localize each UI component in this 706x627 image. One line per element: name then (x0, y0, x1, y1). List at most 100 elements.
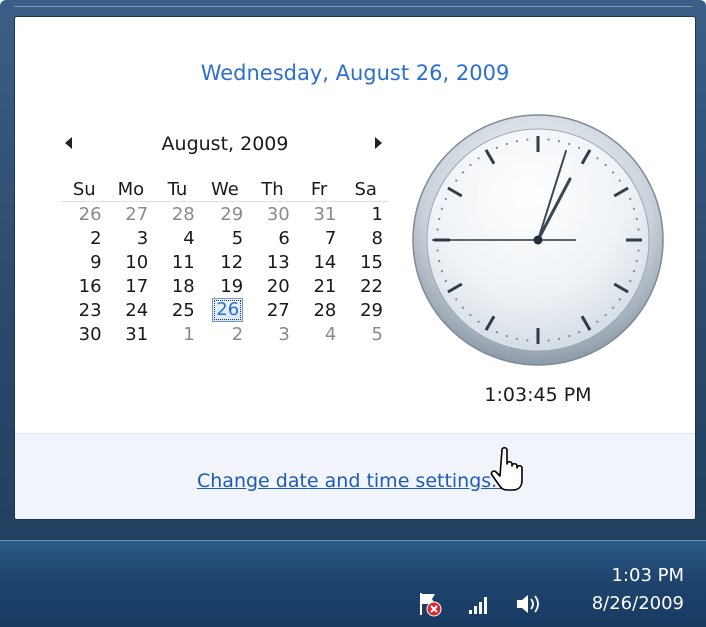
clock-minute-dot (469, 163, 472, 167)
next-month-arrow-icon[interactable] (375, 137, 382, 149)
calendar-day[interactable]: 5 (342, 322, 389, 346)
calendar-day[interactable]: 10 (108, 250, 155, 274)
calendar-day[interactable]: 31 (108, 322, 155, 346)
calendar-day[interactable]: 19 (201, 274, 249, 298)
clock-minute-dot (637, 249, 640, 252)
clock-minute-dot (596, 320, 599, 323)
clock-minute-dot (515, 337, 519, 340)
clock-minute-dot (604, 313, 607, 317)
action-center-flag-icon[interactable] (417, 591, 443, 617)
clock-minute-dot (596, 157, 599, 160)
clock-minute-dot (438, 217, 441, 221)
clock-minute-dot (611, 306, 615, 309)
calendar-day[interactable]: 24 (108, 298, 155, 322)
calendar-day[interactable]: 5 (201, 226, 249, 250)
calendar-day[interactable]: 14 (296, 250, 343, 274)
calendar-day[interactable]: 28 (154, 202, 201, 227)
change-date-time-settings-link[interactable]: Change date and time settings... (197, 470, 509, 492)
weekday-label: Tu (167, 178, 188, 200)
calendar-day[interactable]: 30 (61, 322, 108, 346)
analog-clock (411, 113, 665, 367)
calendar-day[interactable]: 1 (342, 202, 389, 227)
calendar-day[interactable]: 20 (249, 274, 296, 298)
clock-minute-dot (526, 138, 529, 141)
calendar-day[interactable]: 4 (296, 322, 343, 346)
calendar-week-row: 26 27 28 29 30 31 1 (61, 202, 389, 227)
clock-minute-dot (632, 207, 636, 210)
weekday-label: Sa (354, 178, 377, 200)
calendar-week-row: 2 3 4 5 6 7 8 (61, 226, 389, 250)
clock-minute-dot (577, 331, 581, 334)
calendar-day[interactable]: 7 (296, 226, 343, 250)
taskbar-clock[interactable]: 1:03 PM 8/26/2009 (592, 562, 684, 618)
calendar-day[interactable]: 9 (61, 250, 108, 274)
calendar-day[interactable]: 15 (342, 250, 389, 274)
calendar-day[interactable]: 23 (61, 298, 108, 322)
long-date-link[interactable]: Wednesday, August 26, 2009 (15, 61, 695, 85)
calendar-day[interactable]: 4 (154, 226, 201, 250)
clock-minute-dot (632, 270, 636, 273)
calendar-day[interactable]: 3 (249, 322, 296, 346)
calendar-day[interactable]: 28 (296, 298, 343, 322)
calendar-day[interactable]: 13 (249, 250, 296, 274)
calendar-day[interactable]: 16 (61, 274, 108, 298)
calendar-day[interactable]: 18 (154, 274, 201, 298)
weekday-header-row: Su Mo Tu We Th Fr Sa (61, 177, 389, 202)
previous-month-arrow-icon[interactable] (65, 137, 72, 149)
weekday-label: Su (72, 178, 96, 200)
calendar-day[interactable]: 17 (108, 274, 155, 298)
flyout-footer: Change date and time settings... (15, 433, 695, 519)
weekday-label: Fr (310, 178, 328, 200)
clock-minute-dot (461, 306, 465, 309)
clock-minute-dot (461, 171, 465, 174)
taskbar-time: 1:03 PM (611, 565, 684, 586)
calendar-month-title[interactable]: August, 2009 (115, 133, 335, 155)
calendar-day-selected[interactable]: 26 (201, 298, 249, 322)
calendar-navigation: August, 2009 (55, 133, 395, 163)
analog-clock-face-icon (412, 114, 664, 366)
clock-minute-dot (477, 320, 480, 323)
calendar-week-row: 23 24 25 26 27 28 29 (61, 298, 389, 322)
clock-minute-dot (505, 334, 508, 338)
weekday-label: We (211, 178, 239, 200)
clock-time-text: 1:03:45 PM (484, 384, 592, 406)
calendar-day[interactable]: 31 (296, 202, 343, 227)
clock-minute-dot (618, 298, 621, 301)
clock-minute-dot (436, 228, 439, 231)
clock-minute-dot (618, 179, 621, 182)
calendar-day[interactable]: 2 (61, 226, 108, 250)
calendar-day[interactable]: 3 (108, 226, 155, 250)
network-signal-icon[interactable] (467, 591, 493, 617)
calendar-day[interactable]: 29 (342, 298, 389, 322)
clock-minute-dot (515, 140, 519, 143)
calendar-day[interactable]: 25 (154, 298, 201, 322)
calendar-day[interactable]: 6 (249, 226, 296, 250)
clock-minute-dot (495, 331, 499, 334)
calendar-day[interactable]: 8 (342, 226, 389, 250)
calendar-day[interactable]: 2 (201, 322, 249, 346)
calendar-day[interactable]: 1 (154, 322, 201, 346)
date-time-flyout: Wednesday, August 26, 2009 August, 2009 … (14, 16, 696, 520)
weekday-label: Th (261, 178, 284, 200)
calendar-week-row: 9 10 11 12 13 14 15 (61, 250, 389, 274)
calendar-day[interactable]: 26 (61, 202, 108, 227)
calendar-day[interactable]: 27 (249, 298, 296, 322)
flyout-window-frame: Wednesday, August 26, 2009 August, 2009 … (0, 0, 706, 540)
calendar-day[interactable]: 27 (108, 202, 155, 227)
calendar-day[interactable]: 11 (154, 250, 201, 274)
calendar-day[interactable]: 12 (201, 250, 249, 274)
clock-minute-dot (635, 259, 638, 263)
clock-minute-dot (557, 140, 561, 143)
calendar-day[interactable]: 30 (249, 202, 296, 227)
calendar-day[interactable]: 29 (201, 202, 249, 227)
calendar-day[interactable]: 21 (296, 274, 343, 298)
hand-cursor-icon (490, 446, 523, 491)
clock-minute-dot (637, 228, 640, 231)
clock-minute-dot (577, 146, 581, 149)
volume-icon[interactable] (514, 591, 542, 617)
clock-minute-dot (440, 207, 444, 210)
clock-minute-dot (568, 334, 571, 338)
calendar-day[interactable]: 22 (342, 274, 389, 298)
clock-minute-dot (635, 217, 638, 221)
clock-minute-dot (557, 337, 561, 340)
